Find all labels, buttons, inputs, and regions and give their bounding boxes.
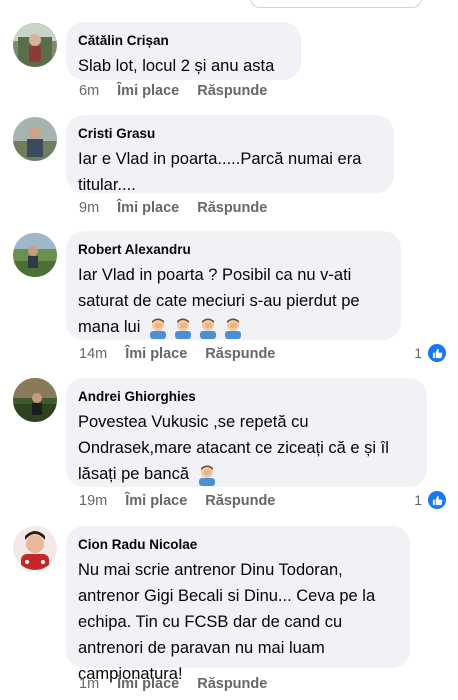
comment-bubble: Cristi Grasu Iar e Vlad in poarta.....Pa… bbox=[66, 115, 394, 194]
like-button[interactable]: Îmi place bbox=[117, 200, 179, 216]
facepalm-emoji-group bbox=[147, 317, 244, 339]
comment-time[interactable]: 14m bbox=[79, 346, 107, 362]
facepalm-emoji-icon bbox=[174, 318, 191, 339]
comment-text: Iar Vlad in poarta ? Posibil ca nu v-ati… bbox=[78, 262, 389, 340]
avatar[interactable] bbox=[13, 233, 57, 277]
reply-button[interactable]: Răspunde bbox=[197, 200, 267, 216]
comment-text: Nu mai scrie antrenor Dinu Todoran, antr… bbox=[78, 561, 380, 683]
comment-text: Iar e Vlad in poarta.....Parcă numai era… bbox=[78, 150, 366, 194]
comment-author[interactable]: Andrei Ghiorghies bbox=[78, 388, 415, 405]
comment-time[interactable]: 6m bbox=[79, 83, 99, 99]
comment-author[interactable]: Cristi Grasu bbox=[78, 125, 382, 142]
comment-text-body: Povestea Vukusic ,se repetă cu Ondrasek,… bbox=[78, 413, 394, 483]
comment-text: Povestea Vukusic ,se repetă cu Ondrasek,… bbox=[78, 409, 415, 487]
comment-bubble: Andrei Ghiorghies Povestea Vukusic ,se r… bbox=[66, 378, 427, 487]
reply-button[interactable]: Răspunde bbox=[197, 676, 267, 692]
facepalm-emoji-icon bbox=[224, 318, 241, 339]
comment-actions: 19m Îmi place Răspunde bbox=[79, 493, 275, 509]
reply-button[interactable]: Răspunde bbox=[197, 83, 267, 99]
reaction-summary[interactable]: 1 bbox=[414, 491, 446, 509]
comment-bubble: Cion Radu Nicolae Nu mai scrie antrenor … bbox=[66, 526, 410, 683]
thumbs-up-icon bbox=[428, 344, 446, 362]
facepalm-emoji-icon bbox=[198, 465, 215, 486]
facepalm-emoji-group bbox=[196, 464, 218, 486]
comment-actions: 6m Îmi place Răspunde bbox=[79, 83, 267, 99]
comment-bubble: Robert Alexandru Iar Vlad in poarta ? Po… bbox=[66, 231, 401, 340]
like-button[interactable]: Îmi place bbox=[125, 346, 187, 362]
facepalm-emoji-icon bbox=[149, 318, 166, 339]
comment-time[interactable]: 19m bbox=[79, 493, 107, 509]
avatar[interactable] bbox=[13, 378, 57, 422]
like-button[interactable]: Îmi place bbox=[117, 83, 179, 99]
comment-time[interactable]: 1m bbox=[79, 676, 99, 692]
comment-actions: 14m Îmi place Răspunde bbox=[79, 346, 275, 362]
comment-bubble: Cătălin Crișan Slab lot, locul 2 și anu … bbox=[66, 22, 301, 80]
avatar[interactable] bbox=[13, 526, 57, 570]
avatar[interactable] bbox=[13, 117, 57, 161]
reaction-count: 1 bbox=[414, 345, 422, 361]
avatar[interactable] bbox=[13, 23, 57, 67]
reply-button[interactable]: Răspunde bbox=[205, 493, 275, 509]
comment-author[interactable]: Cion Radu Nicolae bbox=[78, 536, 398, 553]
reply-button[interactable]: Răspunde bbox=[205, 346, 275, 362]
comment-author[interactable]: Cătălin Crișan bbox=[78, 32, 289, 49]
facepalm-emoji-icon bbox=[199, 318, 216, 339]
comment-author[interactable]: Robert Alexandru bbox=[78, 241, 389, 258]
comments-feed: Cătălin Crișan Slab lot, locul 2 și anu … bbox=[0, 0, 458, 700]
comment-actions: 1m Îmi place Răspunde bbox=[79, 676, 267, 692]
comment-actions: 9m Îmi place Răspunde bbox=[79, 200, 267, 216]
like-button[interactable]: Îmi place bbox=[117, 676, 179, 692]
reaction-summary[interactable]: 1 bbox=[414, 344, 446, 362]
thumbs-up-icon bbox=[428, 491, 446, 509]
reaction-count: 1 bbox=[414, 492, 422, 508]
partial-ui-element bbox=[250, 0, 422, 8]
comment-time[interactable]: 9m bbox=[79, 200, 99, 216]
like-button[interactable]: Îmi place bbox=[125, 493, 187, 509]
comment-text: Slab lot, locul 2 și anu asta bbox=[78, 57, 275, 75]
